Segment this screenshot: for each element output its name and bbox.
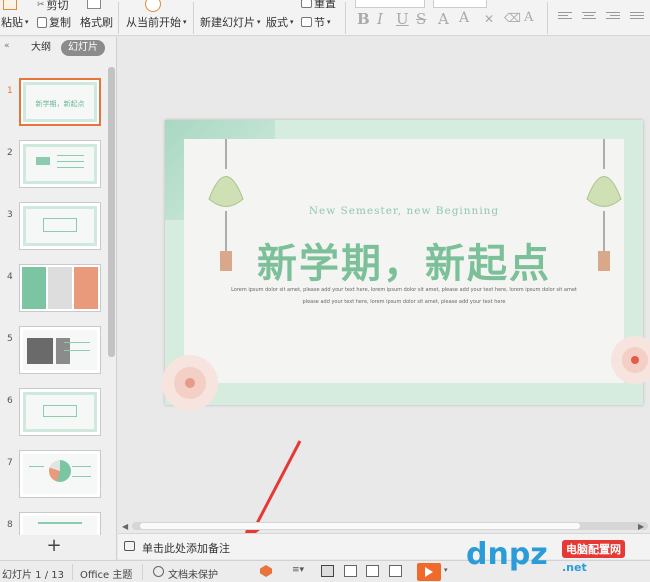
paste-label-button[interactable]: 粘贴 ▾: [1, 14, 29, 30]
align-center-icon[interactable]: [582, 12, 596, 24]
current-slide[interactable]: New Semester, new Beginning 新学期，新起点 Lore…: [162, 120, 650, 411]
watermark-suffix: .net: [562, 561, 587, 574]
play-slideshow-button[interactable]: [417, 563, 441, 581]
slide-panel: « 大纲 幻灯片 1 新学期，新起点 2 3 4 5 6 7 8 +: [0, 37, 117, 560]
paste-button[interactable]: [3, 0, 17, 10]
thumbnail-frame: [19, 388, 101, 436]
status-divider: [142, 564, 143, 580]
reset-button[interactable]: 重置: [301, 0, 336, 11]
note-icon: [124, 541, 135, 551]
thumbnail-frame: 新学期，新起点: [19, 78, 101, 126]
panel-tab-row: « 大纲 幻灯片: [0, 37, 116, 59]
toolbar-divider: [118, 2, 119, 34]
superscript-button[interactable]: A: [438, 10, 449, 28]
section-icon: [301, 17, 312, 27]
copy-button[interactable]: 复制: [37, 14, 71, 30]
layout-button[interactable]: 版式 ▾: [266, 14, 294, 30]
slide-title: 新学期，新起点: [257, 241, 551, 287]
section-button[interactable]: 节 ▾: [301, 14, 331, 30]
font-name-select[interactable]: [355, 0, 425, 8]
slide-sorter-view-button[interactable]: [344, 565, 357, 577]
scroll-left-arrow-icon[interactable]: ◀: [122, 522, 128, 531]
format-painter-button[interactable]: 格式刷: [80, 14, 113, 30]
copy-icon: [37, 16, 47, 28]
play-icon: [425, 567, 433, 577]
thumbnail-slide-4[interactable]: 4: [0, 264, 108, 326]
bold-button[interactable]: B: [357, 10, 370, 28]
shield-icon: [153, 566, 164, 577]
slide-canvas: New Semester, new Beginning 新学期，新起点 Lore…: [118, 37, 650, 543]
thumbnail-slide-8[interactable]: 8: [0, 512, 108, 535]
tab-outline[interactable]: 大纲: [24, 40, 58, 56]
play-options-icon[interactable]: ▾: [444, 566, 448, 574]
thumbnail-frame: [19, 512, 101, 535]
flower-right-image: [611, 336, 650, 384]
normal-view-button[interactable]: [321, 565, 334, 577]
ribbon-toolbar: 粘贴 ▾ ✂ 剪切 复制 格式刷 从当前开始 ▾ 新建幻灯片 ▾ 版式 ▾ 重置 节 ▾ …: [0, 0, 650, 36]
thumbnail-caption: 新学期，新起点: [35, 100, 85, 108]
strikethrough-button[interactable]: S: [416, 10, 426, 28]
cut-button[interactable]: ✂ 剪切: [37, 0, 69, 13]
underline-button[interactable]: U: [396, 10, 409, 28]
scissors-icon: ✂: [37, 0, 45, 10]
toolbar-divider: [547, 2, 548, 34]
align-left-icon[interactable]: [558, 12, 572, 24]
notes-placeholder[interactable]: 单击此处添加备注: [142, 540, 230, 556]
red-arrow-annotation: [242, 440, 302, 543]
thumbnail-slide-2[interactable]: 2: [0, 140, 108, 202]
clear-format-button[interactable]: A: [459, 10, 469, 26]
thumbnail-frame: [19, 140, 101, 188]
italic-button[interactable]: I: [377, 10, 383, 28]
thumbnail-frame: [19, 326, 101, 374]
status-divider: [72, 564, 73, 580]
horizontal-scrollbar-thumb[interactable]: [140, 523, 580, 529]
align-right-icon[interactable]: [606, 12, 620, 24]
play-from-current-button[interactable]: 从当前开始 ▾: [126, 14, 187, 30]
flower-left-image: [162, 355, 218, 411]
format-painter-icon[interactable]: [87, 0, 101, 9]
close-format-icon[interactable]: ✕: [484, 12, 494, 26]
site-watermark: dnpz .net 电脑配置网: [462, 535, 650, 582]
slide-counter: 幻灯片 1 / 13: [2, 570, 64, 581]
eraser-icon[interactable]: ⌫: [504, 11, 521, 25]
slide-inner-panel: New Semester, new Beginning 新学期，新起点 Lore…: [184, 139, 624, 383]
slide-body-line-2: please add your text here, lorem ipsum d…: [302, 299, 506, 305]
toolbar-divider: [345, 2, 346, 34]
thumbnail-slide-6[interactable]: 6: [0, 388, 108, 450]
thumbnail-slide-3[interactable]: 3: [0, 202, 108, 264]
reading-view-button[interactable]: [366, 565, 379, 577]
beautify-icon[interactable]: [260, 565, 272, 577]
thumbnail-scrollbar[interactable]: [108, 67, 115, 357]
watermark-site-name: 电脑配置网: [562, 540, 625, 558]
thumbnail-slide-1[interactable]: 1 新学期，新起点: [0, 78, 108, 140]
new-slide-button[interactable]: 新建幻灯片 ▾: [200, 14, 261, 30]
justify-icon[interactable]: [630, 12, 644, 24]
watermark-brand: dnpz: [466, 537, 548, 572]
toolbar-divider: [193, 2, 194, 34]
slide-subtitle: New Semester, new Beginning: [308, 205, 500, 217]
document-protection-status[interactable]: 文档未保护: [168, 566, 218, 581]
thumbnail-list: 1 新学期，新起点 2 3 4 5 6 7 8: [0, 61, 108, 535]
clipboard-icon: [3, 0, 17, 10]
slide-body-line-1: Lorem ipsum dolor sit amet, please add y…: [231, 287, 577, 293]
thumbnail-frame: [19, 450, 101, 498]
reset-icon: [301, 0, 312, 8]
thumbnail-slide-5[interactable]: 5: [0, 326, 108, 388]
notes-toggle-icon[interactable]: ≡▾: [292, 565, 304, 575]
add-slide-button[interactable]: +: [0, 535, 108, 559]
thumbnail-slide-7[interactable]: 7: [0, 450, 108, 512]
thumbnail-frame: [19, 202, 101, 250]
tab-slides[interactable]: 幻灯片: [61, 40, 105, 56]
collapse-icon[interactable]: «: [4, 41, 10, 51]
note-view-button[interactable]: [389, 565, 402, 577]
horizontal-scrollbar[interactable]: [132, 522, 648, 530]
thumbnail-frame: [19, 264, 101, 312]
play-icon[interactable]: [145, 0, 161, 12]
font-color-icon[interactable]: A: [524, 10, 533, 25]
theme-name[interactable]: Office 主题: [80, 566, 132, 581]
scroll-right-arrow-icon[interactable]: ▶: [638, 522, 644, 531]
font-size-select[interactable]: [433, 0, 487, 8]
